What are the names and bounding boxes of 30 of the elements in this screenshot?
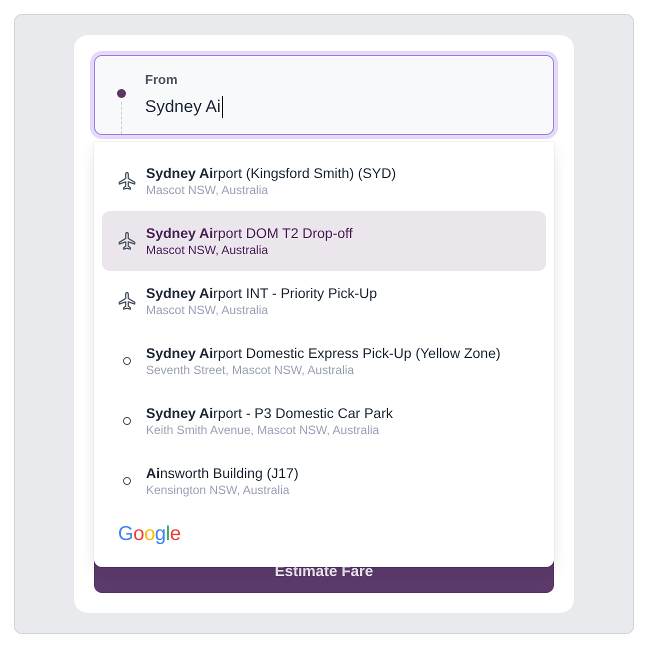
suggestion-item[interactable]: Sydney Airport DOM T2 Drop-off Mascot NSW, Australia <box>102 211 546 271</box>
suggestion-title: Sydney Airport DOM T2 Drop-off <box>146 224 353 242</box>
location-ring-icon <box>123 417 131 425</box>
route-line <box>120 102 122 134</box>
suggestion-address: Kensington NSW, Australia <box>146 482 290 498</box>
field-value: Sydney Ai <box>145 96 221 118</box>
suggestion-item[interactable]: Ainsworth Building (J17) Kensington NSW, Australia <box>102 451 546 511</box>
google-logo: Google <box>118 523 181 545</box>
suggestion-item[interactable]: Sydney Airport (Kingsford Smith) (SYD) Mascot NSW, Australia <box>102 151 546 211</box>
suggestion-item[interactable]: Sydney Airport Domestic Express Pick-Up (Yellow Zone) Seventh Street, Mascot NSW, Australia <box>102 331 546 391</box>
suggestion-address: Keith Smith Avenue, Mascot NSW, Australia <box>146 422 380 438</box>
plane-icon <box>118 232 136 250</box>
plane-icon <box>118 172 136 190</box>
location-ring-icon <box>123 477 131 485</box>
suggestion-title: Sydney Airport (Kingsford Smith) (SYD) <box>146 164 396 182</box>
suggestion-item[interactable]: Sydney Airport - P3 Domestic Car Park Keith Smith Avenue, Mascot NSW, Australia <box>102 391 546 451</box>
suggestion-address: Seventh Street, Mascot NSW, Australia <box>146 362 354 378</box>
suggestion-title: Sydney Airport Domestic Express Pick-Up (Yellow Zone) <box>146 344 501 362</box>
text-cursor <box>222 96 224 118</box>
suggestion-title: Sydney Airport INT - Priority Pick-Up <box>146 284 378 302</box>
suggestion-title: Sydney Airport - P3 Domestic Car Park <box>146 404 393 422</box>
suggestion-address: Mascot NSW, Australia <box>146 182 268 198</box>
suggestion-item[interactable]: Sydney Airport INT - Priority Pick-Up Mascot NSW, Australia <box>102 271 546 331</box>
origin-dot-icon <box>116 88 126 98</box>
suggestion-address: Mascot NSW, Australia <box>146 302 268 318</box>
suggestion-address: Mascot NSW, Australia <box>146 242 268 258</box>
plane-icon <box>118 292 136 310</box>
field-label: From <box>145 72 178 88</box>
suggestion-title: Ainsworth Building (J17) <box>146 464 299 482</box>
location-ring-icon <box>123 357 131 365</box>
